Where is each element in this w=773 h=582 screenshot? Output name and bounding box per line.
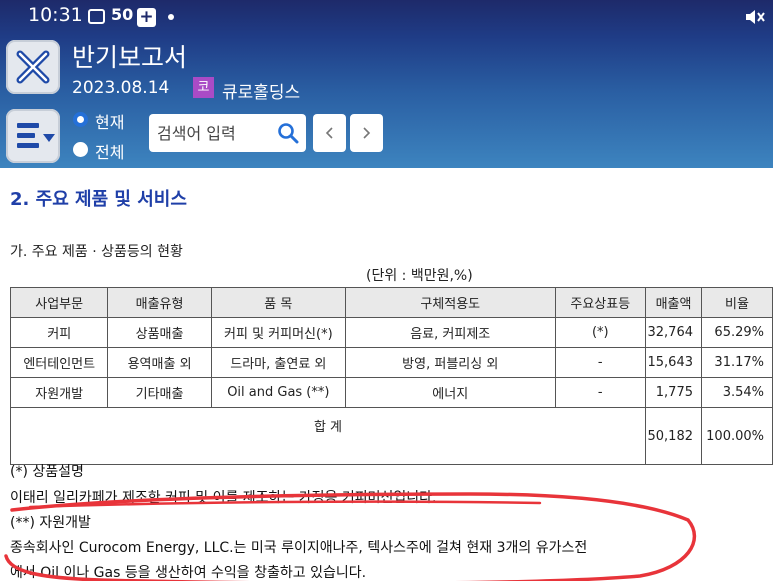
search-icon[interactable] (277, 122, 299, 144)
table-cell: (*) (554, 317, 647, 348)
chevron-right-icon (363, 127, 371, 139)
table-cell: Oil and Gas (**) (210, 377, 346, 408)
table-row: 엔터테인먼트 용역매출 외 드라마, 출연료 외 방영, 퍼블리싱 외 - 15… (9, 347, 773, 378)
company-name[interactable]: 큐로홀딩스 (222, 78, 300, 103)
total-amount: 50,182 (645, 407, 702, 465)
products-table: 사업부문 매출유형 품 목 구체적용도 주요상표등 매출액 비율 커피 상품매출… (9, 287, 773, 465)
col-header: 매출유형 (107, 287, 212, 318)
table-cell: 상품매출 (107, 317, 212, 348)
market-badge: 코 (193, 77, 214, 98)
table-cell: 드라마, 출연료 외 (210, 347, 346, 378)
radio-current[interactable] (73, 112, 88, 127)
col-header: 구체적용도 (344, 287, 556, 318)
chevron-left-icon (325, 127, 333, 139)
search-input[interactable] (157, 121, 272, 145)
table-cell: 에너지 (344, 377, 556, 408)
table-cell: 기타매출 (107, 377, 212, 408)
col-header: 사업부문 (9, 287, 109, 318)
menu-button[interactable] (6, 109, 60, 163)
table-cell: 1,775 (645, 377, 702, 408)
table-cell: 용역매출 외 (107, 347, 212, 378)
table-cell: - (554, 377, 647, 408)
section-title: 2. 주요 제품 및 서비스 (10, 189, 187, 210)
app-header: 10:31 50 + 반기보고서 2023.08.14 코 큐로홀딩스 현재 전… (0, 0, 773, 168)
close-x-icon (16, 50, 50, 84)
table-row: 커피 상품매출 커피 및 커피머신(*) 음료, 커피제조 (*) 32,764… (9, 317, 773, 348)
gallery-icon (88, 9, 105, 24)
radio-current-label[interactable]: 현재 (95, 109, 124, 133)
col-header: 품 목 (210, 287, 346, 318)
status-bar: 10:31 50 + (0, 0, 773, 34)
table-cell: 32,764 (645, 317, 702, 348)
table-cell: 방영, 퍼블리싱 외 (344, 347, 556, 378)
status-badge-count: 50 (111, 5, 134, 24)
radio-all-label[interactable]: 전체 (95, 139, 124, 163)
app-close-button[interactable] (6, 40, 60, 94)
table-cell: 음료, 커피제조 (344, 317, 556, 348)
table-cell: 엔터테인먼트 (9, 347, 109, 378)
total-label: 합 계 (9, 407, 647, 465)
notification-dot-icon (168, 14, 174, 20)
report-title: 반기보고서 (72, 43, 188, 72)
note-line: (**) 자원개발 (10, 515, 91, 531)
table-total-row: 합 계 50,182 100.00% (9, 407, 773, 465)
col-header: 주요상표등 (554, 287, 647, 318)
mute-icon (746, 10, 765, 24)
total-ratio: 100.00% (701, 407, 773, 465)
note-line: 이태리 일리카페가 제조한 커피 및 이를 제조하는 가정용 커피머신입니다. (10, 490, 437, 506)
table-cell: 31.17% (701, 347, 773, 378)
table-cell: 15,643 (645, 347, 702, 378)
plus-icon: + (137, 8, 156, 27)
table-row: 자원개발 기타매출 Oil and Gas (**) 에너지 - 1,775 3… (9, 377, 773, 408)
table-header-row: 사업부문 매출유형 품 목 구체적용도 주요상표등 매출액 비율 (9, 287, 773, 318)
table-cell: 자원개발 (9, 377, 109, 408)
table-unit: (단위 : 백만원,%) (366, 268, 473, 284)
search-box (149, 114, 306, 152)
table-cell: 커피 (9, 317, 109, 348)
next-result-button[interactable] (350, 114, 383, 152)
table-cell: 65.29% (701, 317, 773, 348)
report-date: 2023.08.14 (72, 78, 170, 98)
table-cell: 커피 및 커피머신(*) (210, 317, 346, 348)
table-cell: 3.54% (701, 377, 773, 408)
status-time: 10:31 (28, 4, 83, 26)
table-subtitle: 가. 주요 제품 · 상품등의 현황 (10, 244, 183, 260)
col-header: 매출액 (645, 287, 702, 318)
radio-all[interactable] (73, 142, 88, 157)
note-line: 종속회사인 Curocom Energy, LLC.는 미국 루이지애나주, 텍… (10, 540, 588, 556)
note-line: 에서 Oil 이나 Gas 등을 생산하여 수익을 창출하고 있습니다. (10, 565, 367, 581)
table-cell: - (554, 347, 647, 378)
note-line: (*) 상품설명 (10, 464, 84, 480)
col-header: 비율 (701, 287, 773, 318)
prev-result-button[interactable] (313, 114, 346, 152)
